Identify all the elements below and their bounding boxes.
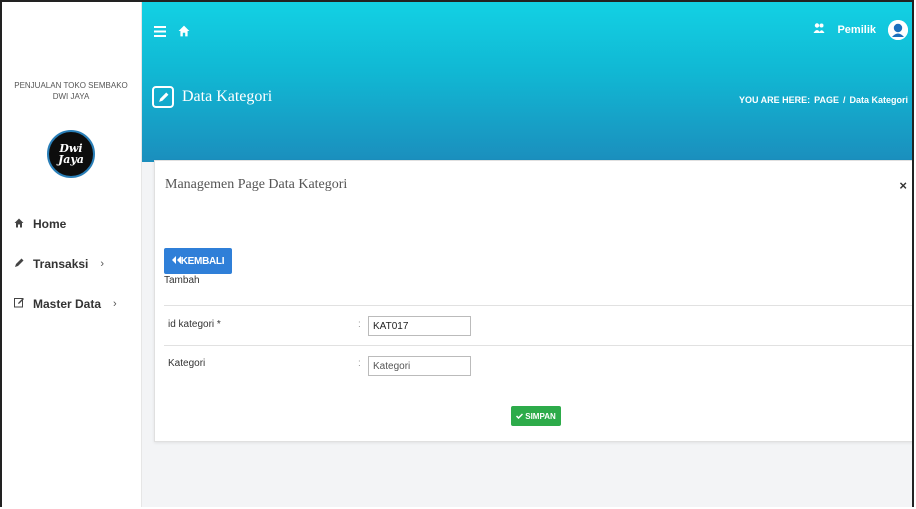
- kategori-input[interactable]: [368, 356, 471, 376]
- sidebar-item-home[interactable]: Home: [2, 214, 140, 234]
- chevron-right-icon: ›: [113, 298, 117, 310]
- edit-icon: [14, 297, 28, 311]
- close-icon[interactable]: ×: [899, 178, 907, 193]
- pencil-icon: [152, 86, 174, 108]
- sidebar-item-label: Transaksi: [33, 257, 89, 271]
- field-label-kategori: Kategori: [168, 358, 206, 369]
- back-button-label: KEMBALI: [180, 255, 225, 267]
- sidebar: PENJUALAN TOKO SEMBAKO DWI JAYA Dwi Jaya…: [2, 2, 142, 507]
- check-icon: [516, 412, 524, 421]
- double-chevron-left-icon: [171, 255, 181, 267]
- user-avatar[interactable]: [888, 20, 908, 40]
- breadcrumb-page[interactable]: PAGE: [814, 95, 839, 105]
- sidebar-nav: Home Transaksi › Master Data ›: [2, 214, 140, 334]
- sidebar-item-label: Master Data: [33, 297, 102, 311]
- panel-title: Managemen Page Data Kategori: [165, 177, 348, 192]
- breadcrumb: YOU ARE HERE: PAGE / Data Kategori: [739, 95, 908, 105]
- breadcrumb-separator: /: [842, 95, 846, 105]
- breadcrumb-current: Data Kategori: [849, 95, 908, 105]
- divider: [164, 345, 912, 346]
- field-colon: :: [358, 358, 361, 369]
- brand-line-1: PENJUALAN TOKO SEMBAKO: [14, 81, 128, 90]
- sidebar-item-transaksi[interactable]: Transaksi ›: [2, 254, 140, 274]
- id-kategori-input[interactable]: [368, 316, 471, 336]
- section-label: Tambah: [164, 275, 200, 286]
- save-button-label: SIMPAN: [525, 411, 556, 421]
- user-name[interactable]: Pemilik: [837, 24, 876, 36]
- field-colon: :: [358, 319, 361, 330]
- menu-toggle-icon[interactable]: [154, 24, 166, 41]
- divider: [164, 305, 912, 306]
- logo-text-2: Jaya: [58, 153, 84, 166]
- form-panel: Managemen Page Data Kategori × KEMBALI T…: [154, 160, 912, 442]
- sidebar-item-label: Home: [33, 217, 67, 231]
- chevron-right-icon: ›: [100, 258, 105, 270]
- store-logo: Dwi Jaya: [47, 130, 95, 178]
- pencil-icon: [14, 258, 28, 271]
- home-icon: [14, 218, 28, 231]
- save-button[interactable]: SIMPAN: [511, 406, 561, 426]
- sidebar-item-master-data[interactable]: Master Data ›: [2, 294, 140, 314]
- app-window: PENJUALAN TOKO SEMBAKO DWI JAYA Dwi Jaya…: [0, 0, 914, 507]
- page-header: Pemilik Data Kategori YOU ARE HERE: PAGE…: [142, 2, 912, 162]
- home-icon[interactable]: [178, 24, 190, 41]
- brand-name: PENJUALAN TOKO SEMBAKO DWI JAYA: [2, 80, 140, 102]
- breadcrumb-prefix: YOU ARE HERE:: [738, 95, 811, 105]
- brand-line-2: DWI JAYA: [52, 92, 90, 101]
- users-icon[interactable]: [813, 21, 825, 39]
- field-label-id-kategori: id kategori *: [168, 319, 221, 330]
- back-button[interactable]: KEMBALI: [164, 248, 232, 274]
- page-title: Data Kategori: [182, 88, 273, 105]
